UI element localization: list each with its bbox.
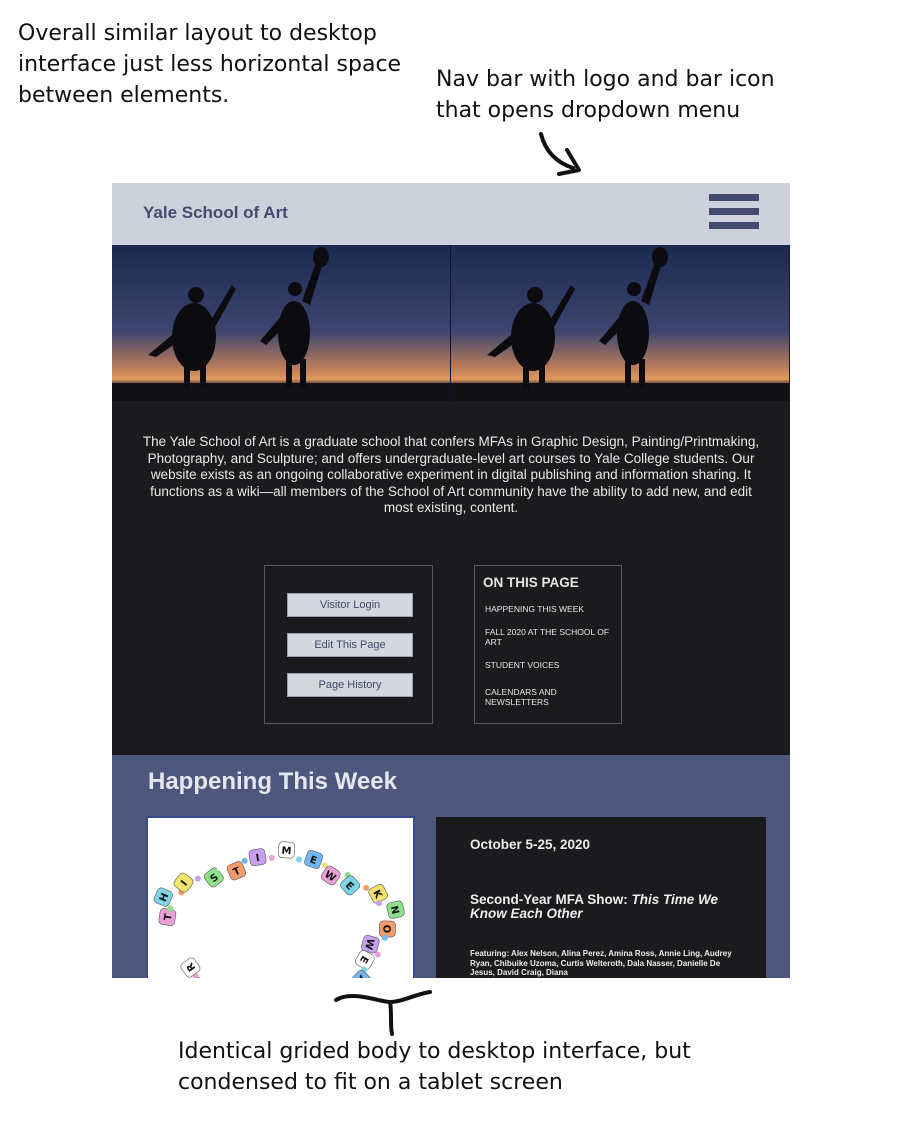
bead: E xyxy=(340,875,361,896)
bead: I xyxy=(248,848,267,867)
hero-banner xyxy=(112,245,790,401)
otp-link-student-voices[interactable]: STUDENT VOICES xyxy=(485,660,610,670)
event-title[interactable]: Second-Year MFA Show: This Time We Know … xyxy=(470,893,740,920)
spacer-bead xyxy=(381,934,388,941)
hamburger-icon[interactable] xyxy=(709,194,759,230)
svg-text:M: M xyxy=(281,845,292,857)
event-date: October 5-25, 2020 xyxy=(470,837,591,852)
bead: M xyxy=(277,841,296,859)
intro-paragraph: The Yale School of Art is a graduate sch… xyxy=(142,434,760,515)
on-this-page-panel: ON THIS PAGE HAPPENING THIS WEEK FALL 20… xyxy=(474,565,622,724)
visitor-login-button[interactable]: Visitor Login xyxy=(287,593,413,617)
bead: N xyxy=(386,900,405,919)
spacer-bead xyxy=(194,875,201,882)
hand-drawn-arrow xyxy=(539,132,581,176)
event-card: October 5-25, 2020 Second-Year MFA Show:… xyxy=(436,817,766,978)
edit-page-button[interactable]: Edit This Page xyxy=(287,633,413,657)
otp-link-happening[interactable]: HAPPENING THIS WEEK xyxy=(485,604,610,614)
otp-link-fall-2020[interactable]: FALL 2020 AT THE SCHOOL OF ART xyxy=(485,627,610,647)
hero-image-left xyxy=(112,245,450,401)
site-logo[interactable]: Yale School of Art xyxy=(143,203,288,223)
spacer-bead xyxy=(241,857,248,864)
spacer-bead xyxy=(374,951,381,958)
section-title: Happening This Week xyxy=(148,768,397,795)
event-image[interactable]: THISTIMEWEKNOWEACHOTHER xyxy=(146,816,415,978)
event-featuring: Featuring: Alex Nelson, Alina Perez, Ami… xyxy=(470,949,732,977)
tablet-mockup: Yale School of Art The Yale School of Ar… xyxy=(112,183,790,978)
annotation-body-note: Identical grided body to desktop interfa… xyxy=(178,1039,691,1095)
bead: I xyxy=(173,872,194,893)
happening-section: Happening This Week THISTIMEWEKNOWEACHOT… xyxy=(112,755,790,978)
spacer-bead xyxy=(295,856,302,863)
annotation-navbar-note: Nav bar with logo and bar icon that open… xyxy=(436,67,775,123)
spacer-bead xyxy=(268,855,275,862)
otp-link-calendars[interactable]: CALENDARS AND NEWSLETTERS xyxy=(485,687,610,707)
hero-image-right xyxy=(451,245,789,401)
spacer-bead xyxy=(363,884,370,891)
bead: O xyxy=(379,920,396,938)
bead: T xyxy=(158,908,177,926)
bead: E xyxy=(304,849,324,869)
spacer-bead xyxy=(216,864,223,871)
on-this-page-title: ON THIS PAGE xyxy=(483,575,579,590)
hand-drawn-brace xyxy=(334,990,432,1036)
navbar: Yale School of Art xyxy=(112,183,790,245)
page-history-button[interactable]: Page History xyxy=(287,673,413,697)
svg-text:O: O xyxy=(380,925,391,934)
actions-panel: Visitor Login Edit This Page Page Histor… xyxy=(264,565,433,724)
annotation-layout-note: Overall similar layout to desktop interf… xyxy=(18,21,402,108)
bead-bracelet-image: THISTIMEWEKNOWEACHOTHER xyxy=(153,841,405,978)
spacer-bead xyxy=(375,900,382,907)
bead: W xyxy=(320,865,341,886)
bead: H xyxy=(153,887,173,907)
spacer-bead xyxy=(167,905,174,912)
bead: A xyxy=(351,969,372,978)
